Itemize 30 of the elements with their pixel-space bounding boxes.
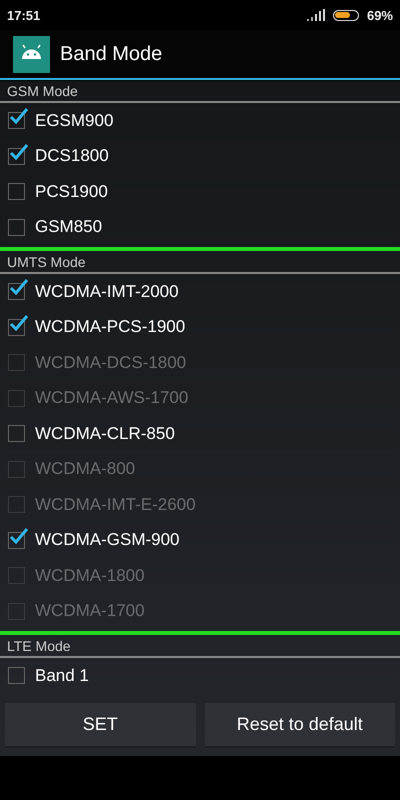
android-robot-icon bbox=[13, 36, 50, 72]
checkbox[interactable] bbox=[8, 183, 25, 200]
checkbox[interactable] bbox=[8, 218, 25, 236]
section-header: GSM Mode bbox=[0, 81, 400, 103]
band-label: PCS1900 bbox=[35, 182, 108, 202]
section-header: UMTS Mode bbox=[0, 252, 400, 274]
band-label: WCDMA-CLR-850 bbox=[35, 424, 175, 444]
checkbox[interactable] bbox=[8, 425, 25, 442]
app-title: Band Mode bbox=[60, 42, 162, 66]
band-label: GSM850 bbox=[35, 217, 102, 238]
signal-icon bbox=[306, 9, 325, 21]
checkbox[interactable] bbox=[8, 667, 25, 684]
battery-icon bbox=[332, 10, 359, 20]
band-label: WCDMA-DCS-1800 bbox=[35, 352, 186, 373]
band-label: WCDMA-IMT-2000 bbox=[35, 282, 179, 302]
status-time: 17:51 bbox=[7, 8, 40, 22]
band-label: WCDMA-GSM-900 bbox=[35, 530, 180, 550]
band-label: Band 1 bbox=[35, 666, 89, 686]
band-label: WCDMA-1800 bbox=[35, 566, 145, 586]
band-label: WCDMA-1700 bbox=[35, 601, 145, 622]
band-label: WCDMA-PCS-1900 bbox=[35, 317, 186, 338]
band-label: WCDMA-IMT-E-2600 bbox=[35, 494, 196, 515]
action-button[interactable]: SET bbox=[5, 702, 196, 748]
action-button[interactable]: Reset to default bbox=[204, 702, 395, 748]
band-label: WCDMA-800 bbox=[35, 459, 136, 480]
band-label: DCS1800 bbox=[35, 146, 109, 166]
section-header: LTE Mode bbox=[0, 636, 400, 658]
battery-percent: 69% bbox=[366, 8, 393, 22]
band-label: WCDMA-AWS-1700 bbox=[35, 388, 188, 408]
band-label: EGSM900 bbox=[35, 110, 114, 131]
